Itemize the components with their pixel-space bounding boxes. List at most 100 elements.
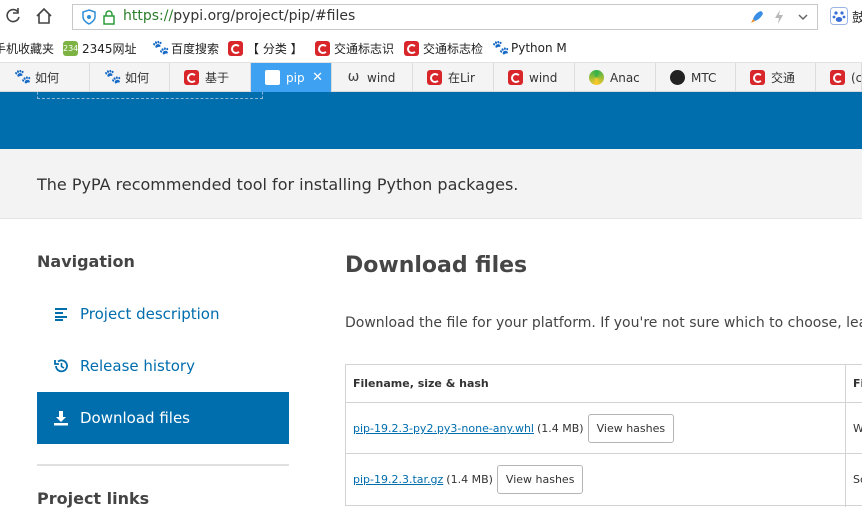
history-icon (53, 358, 69, 374)
table-header: Filename, size & hash Fi (346, 365, 862, 403)
file-type-cell: Sc (853, 473, 862, 486)
tab-label: Anac (610, 70, 640, 85)
bookmark-item[interactable]: 交通标志识 (315, 39, 394, 57)
tab-label: pip (286, 70, 305, 85)
baidu-paw-icon: 🐾 (104, 69, 122, 85)
project-links-heading: Project links (37, 489, 150, 508)
file-size: (1.4 MB) (536, 422, 584, 435)
bookmark-label: 2345网址 (82, 41, 137, 56)
baidu-paw-icon[interactable] (830, 7, 848, 25)
browser-tab[interactable]: wind (494, 63, 575, 92)
address-bar: https://pypi.org/project/pip/#files 鼓 (0, 0, 862, 34)
browser-tab[interactable]: (c (816, 63, 862, 92)
csdn-icon (184, 70, 199, 85)
align-left-icon (53, 306, 69, 322)
file-link[interactable]: pip-19.2.3.tar.gz (353, 473, 443, 486)
browser-tab[interactable]: 🐾 如何 (90, 63, 170, 92)
browser-tab[interactable]: 交通 (736, 63, 816, 92)
2345-icon: 2345 (63, 40, 83, 56)
view-hashes-button[interactable]: View hashes (496, 465, 584, 494)
toolbar-edge-text[interactable]: 鼓 (852, 7, 862, 26)
bookmark-label: 百度搜索 (171, 41, 220, 56)
nav-project-description[interactable]: Project description (37, 288, 289, 340)
tab-label: (c (851, 70, 861, 85)
summary-band: The PyPA recommended tool for installing… (0, 149, 862, 219)
csdn-icon (830, 70, 845, 85)
browser-tab[interactable]: 在Lir (413, 63, 494, 92)
tab-label: 基于 (205, 71, 230, 85)
bookmarks-bar: 手机收藏夹 2345 2345网址 🐾 百度搜索 【 分类 】 交通标志识 交通… (0, 34, 862, 62)
lightning-icon[interactable] (771, 9, 787, 25)
file-type-cell: W (853, 422, 862, 435)
sidebar-divider (37, 464, 289, 466)
bookmark-item[interactable]: 2345 2345网址 (63, 39, 137, 57)
nav-release-history[interactable]: Release history (37, 340, 289, 392)
file-link[interactable]: pip-19.2.3-py2.py3-none-any.whl (353, 422, 534, 435)
nav-label: Release history (80, 357, 195, 375)
github-icon (670, 70, 685, 85)
tab-label: 在Lir (448, 71, 475, 85)
browser-tab[interactable]: Anac (575, 63, 656, 92)
nav-label: Project description (80, 305, 220, 323)
shield-icon (81, 9, 97, 25)
view-hashes-button[interactable]: View hashes (587, 414, 675, 443)
download-instructions: Download the file for your platform. If … (345, 315, 862, 331)
download-icon (53, 410, 69, 426)
browser-tab-active[interactable]: pip ✕ (251, 63, 332, 92)
browser-tab[interactable]: 🐾 如何 (0, 63, 90, 92)
browser-tab[interactable]: 基于 (170, 63, 251, 92)
nav-label: Download files (80, 409, 190, 427)
csdn-icon (404, 40, 419, 56)
lock-icon (101, 9, 117, 25)
baidu-paw-icon: 🐾 (14, 69, 32, 85)
table-row: pip-19.2.3-py2.py3-none-any.whl (1.4 MB)… (346, 403, 862, 454)
bookmark-label: 手机收藏夹 (0, 41, 55, 56)
tab-label: 交通 (771, 71, 796, 85)
column-header: Filename, size & hash (353, 377, 489, 390)
file-size: (1.4 MB) (446, 473, 493, 486)
bookmark-item[interactable]: 🐾 Python M (492, 39, 567, 57)
csdn-icon (228, 40, 243, 56)
rocket-icon[interactable] (749, 9, 765, 25)
tab-label: 如何 (35, 71, 60, 85)
bookmark-label: Python M (511, 41, 567, 55)
w-icon: ѡ (347, 69, 360, 85)
table-row: pip-19.2.3.tar.gz (1.4 MB) View hashes S… (346, 454, 862, 505)
csdn-icon (750, 70, 765, 85)
tab-bar: 🐾 如何 🐾 如何 基于 pip ✕ ѡ wind 在Lir wind Anac MT… (0, 62, 862, 92)
tab-label: wind (367, 70, 396, 85)
column-divider (845, 365, 846, 507)
csdn-icon (508, 70, 523, 85)
url-field[interactable]: https://pypi.org/project/pip/#files (72, 4, 818, 30)
anaconda-icon (589, 70, 604, 85)
close-icon[interactable]: ✕ (312, 70, 323, 85)
column-header: Fi (853, 377, 862, 390)
package-summary: The PyPA recommended tool for installing… (37, 175, 519, 194)
bookmark-item[interactable]: 🐾 百度搜索 (152, 39, 219, 57)
bookmark-label: 交通标志检 (423, 41, 484, 56)
home-icon[interactable] (33, 5, 55, 27)
csdn-icon (315, 40, 330, 56)
csdn-icon (427, 70, 442, 85)
bookmark-label: 交通标志识 (334, 41, 395, 56)
filename-cell: pip-19.2.3.tar.gz (1.4 MB) View hashes (353, 454, 584, 505)
bookmark-item[interactable]: 手机收藏夹 (0, 39, 54, 57)
filename-cell: pip-19.2.3-py2.py3-none-any.whl (1.4 MB)… (353, 403, 675, 454)
bookmark-item[interactable]: 【 分类 】 (228, 39, 303, 57)
reload-icon[interactable] (2, 5, 24, 27)
page-title: Download files (345, 253, 528, 278)
pypi-cube-icon (265, 70, 280, 85)
nav-download-files[interactable]: Download files (37, 392, 289, 444)
browser-tab[interactable]: MTC (656, 63, 736, 92)
baidu-paw-icon: 🐾 (492, 39, 510, 56)
browser-tab[interactable]: ѡ wind (332, 63, 413, 92)
bookmark-item[interactable]: 交通标志检 (404, 39, 483, 57)
tab-label: MTC (691, 70, 717, 85)
bookmark-label: 【 分类 】 (247, 41, 303, 56)
baidu-paw-icon: 🐾 (152, 39, 170, 56)
tab-label: wind (529, 70, 558, 85)
header-banner (0, 92, 862, 149)
focus-outline (37, 92, 263, 99)
dropdown-icon[interactable] (795, 9, 811, 25)
navigation-heading: Navigation (37, 252, 135, 271)
